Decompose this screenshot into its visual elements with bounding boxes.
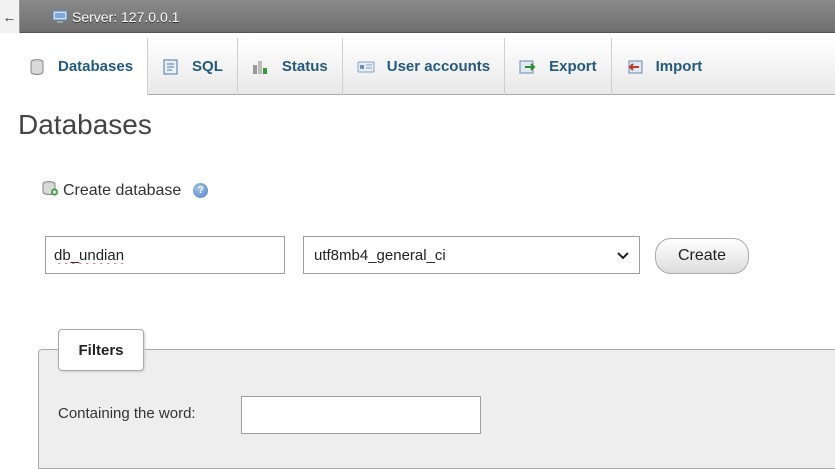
collation-select[interactable]: utf8mb4_general_ci — [303, 236, 640, 274]
tab-export[interactable]: Export — [505, 38, 612, 95]
main-tabs: Databases SQL Status User accounts Expor… — [0, 38, 835, 95]
create-database-icon — [42, 180, 59, 201]
server-label: Server: 127.0.0.1 — [72, 9, 180, 25]
containing-word-input[interactable] — [241, 396, 481, 434]
tab-import-label: Import — [655, 58, 703, 75]
tab-user-accounts[interactable]: User accounts — [343, 38, 506, 95]
server-breadcrumb[interactable]: Server: 127.0.0.1 — [52, 7, 179, 27]
tab-status-label: Status — [281, 58, 328, 75]
user-accounts-icon — [357, 59, 375, 75]
database-name-input[interactable] — [45, 236, 285, 274]
page-title: Databases — [18, 109, 152, 140]
help-icon[interactable]: ? — [193, 183, 209, 198]
export-icon — [519, 59, 537, 75]
tab-databases[interactable]: Databases — [0, 38, 149, 95]
import-icon — [626, 59, 644, 75]
create-database-heading: Create database ? — [42, 180, 209, 201]
tab-import[interactable]: Import — [612, 38, 717, 95]
tab-user-accounts-label: User accounts — [386, 58, 491, 75]
tab-sql[interactable]: SQL — [148, 38, 238, 95]
tab-export-label: Export — [549, 58, 597, 75]
collation-value: utf8mb4_general_ci — [314, 246, 446, 264]
tab-sql-label: SQL — [192, 58, 223, 75]
tab-status[interactable]: Status — [238, 38, 343, 95]
back-arrow-icon[interactable]: ← — [0, 0, 20, 33]
server-breadcrumb-bar: ← Server: 127.0.0.1 — [0, 0, 835, 33]
create-database-label: Create database — [63, 181, 182, 199]
sql-icon — [162, 59, 180, 75]
tab-databases-label: Databases — [58, 58, 134, 75]
chevron-down-icon — [617, 247, 629, 263]
database-icon — [28, 58, 46, 75]
containing-word-label: Containing the word: — [58, 405, 196, 422]
filters-legend: Filters — [58, 329, 144, 371]
create-button[interactable]: Create — [655, 238, 749, 274]
status-icon — [252, 59, 270, 75]
server-icon — [52, 10, 68, 24]
